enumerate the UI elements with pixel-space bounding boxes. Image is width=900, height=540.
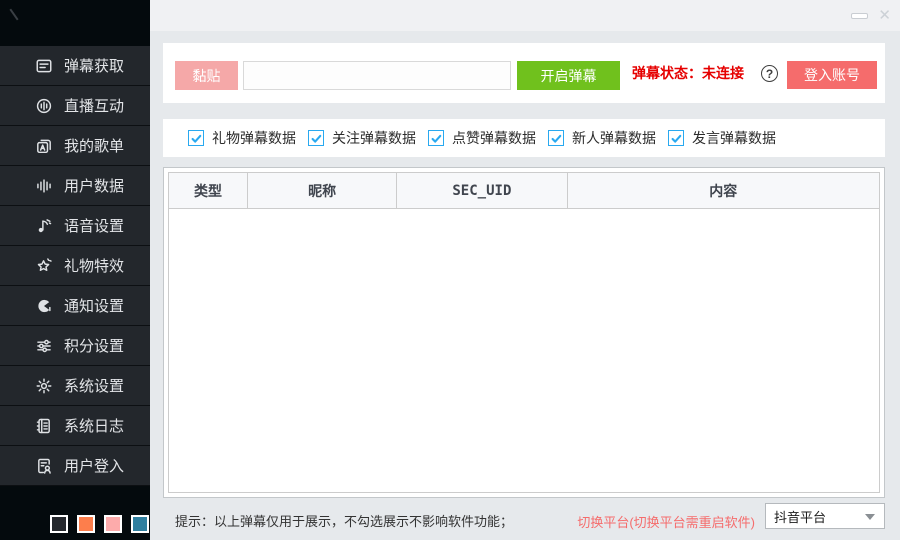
danmaku-capture-icon (35, 57, 53, 75)
gift-effects-icon (35, 257, 53, 275)
login-account-button[interactable]: 登入账号 (787, 61, 877, 89)
sidebar-item-label: 积分设置 (64, 335, 124, 356)
checkbox-icon[interactable] (308, 130, 324, 146)
paste-button[interactable]: 黏贴 (175, 61, 238, 90)
theme-swatches (50, 515, 149, 533)
column-header-3: SEC_UID (396, 173, 566, 208)
main-area: ✕ 黏贴 开启弹幕 弹幕状态：未连接 ? 登入账号 礼物弹幕数据 关注弹幕数据 点赞… (150, 0, 900, 540)
sidebar-menu: 弹幕获取直播互动我的歌单用户数据语音设置礼物特效通知设置积分设置系统设置系统日志… (0, 46, 150, 486)
sidebar-item-label: 礼物特效 (64, 255, 124, 276)
sidebar-item-danmaku-capture[interactable]: 弹幕获取 (0, 46, 150, 86)
user-data-icon (35, 177, 53, 195)
filter-checkbox-1[interactable]: 礼物弹幕数据 (188, 119, 296, 157)
titlebar: ✕ (150, 0, 900, 31)
danmaku-status-text: 弹幕状态：未连接 (632, 43, 744, 103)
filter-panel: 礼物弹幕数据 关注弹幕数据 点赞弹幕数据 新人弹幕数据 发言弹幕数据 (163, 119, 885, 157)
checkbox-icon[interactable] (428, 130, 444, 146)
theme-swatch-3[interactable] (104, 515, 122, 533)
table-body (169, 209, 879, 492)
system-settings-icon (35, 377, 53, 395)
sidebar-item-user-data[interactable]: 用户数据 (0, 166, 150, 206)
sidebar-item-gift-effects[interactable]: 礼物特效 (0, 246, 150, 286)
sidebar-item-label: 弹幕获取 (64, 55, 124, 76)
system-log-icon (35, 417, 53, 435)
sidebar-item-label: 语音设置 (64, 215, 124, 236)
filter-checkbox-2[interactable]: 关注弹幕数据 (308, 119, 416, 157)
sidebar-item-label: 用户数据 (64, 175, 124, 196)
notification-settings-icon (35, 297, 53, 315)
sidebar-item-label: 通知设置 (64, 295, 124, 316)
room-url-input[interactable] (243, 61, 511, 90)
filter-label: 点赞弹幕数据 (452, 128, 536, 148)
sidebar-item-voice-settings[interactable]: 语音设置 (0, 206, 150, 246)
chevron-down-icon (865, 514, 875, 520)
checkbox-icon[interactable] (668, 130, 684, 146)
sidebar-item-label: 系统设置 (64, 375, 124, 396)
my-playlist-icon (35, 137, 53, 155)
sidebar-item-label: 系统日志 (64, 415, 124, 436)
sidebar-item-live-interaction[interactable]: 直播互动 (0, 86, 150, 126)
filter-label: 礼物弹幕数据 (212, 128, 296, 148)
sidebar-item-user-login[interactable]: 用户登入 (0, 446, 150, 486)
filter-label: 发言弹幕数据 (692, 128, 776, 148)
filter-label: 关注弹幕数据 (332, 128, 416, 148)
checkbox-icon[interactable] (188, 130, 204, 146)
filter-checkbox-3[interactable]: 点赞弹幕数据 (428, 119, 536, 157)
connection-panel: 黏贴 开启弹幕 弹幕状态：未连接 ? 登入账号 (163, 43, 885, 103)
user-login-icon (35, 457, 53, 475)
table-header-row: 类型昵称SEC_UID内容 (169, 173, 879, 209)
danmaku-table: 类型昵称SEC_UID内容 (163, 167, 885, 498)
theme-swatch-4[interactable] (131, 515, 149, 533)
column-header-4: 内容 (567, 173, 879, 208)
help-icon[interactable]: ? (761, 65, 778, 82)
filter-checkbox-4[interactable]: 新人弹幕数据 (548, 119, 656, 157)
live-interaction-icon (35, 97, 53, 115)
sidebar-item-system-log[interactable]: 系统日志 (0, 406, 150, 446)
sidebar: 弹幕获取直播互动我的歌单用户数据语音设置礼物特效通知设置积分设置系统设置系统日志… (0, 0, 150, 540)
sidebar-item-notification-settings[interactable]: 通知设置 (0, 286, 150, 326)
column-header-1: 类型 (169, 173, 247, 208)
table-grid: 类型昵称SEC_UID内容 (168, 172, 880, 493)
sidebar-item-label: 用户登入 (64, 455, 124, 476)
sidebar-item-my-playlist[interactable]: 我的歌单 (0, 126, 150, 166)
start-danmaku-button[interactable]: 开启弹幕 (517, 61, 620, 90)
logo-mark (9, 9, 18, 21)
checkbox-icon[interactable] (548, 130, 564, 146)
voice-settings-icon (35, 217, 53, 235)
platform-select[interactable]: 抖音平台 (765, 503, 885, 529)
theme-swatch-1[interactable] (50, 515, 68, 533)
sidebar-item-label: 直播互动 (64, 95, 124, 116)
filter-checkbox-5[interactable]: 发言弹幕数据 (668, 119, 776, 157)
tip-text: 提示：以上弹幕仅用于展示，不勾选展示不影响软件功能； (175, 511, 513, 530)
theme-swatch-2[interactable] (77, 515, 95, 533)
points-settings-icon (35, 337, 53, 355)
window-controls: ✕ (851, 0, 891, 31)
minimize-icon[interactable] (851, 13, 868, 19)
switch-platform-text: 切换平台(切换平台需重启软件) (577, 512, 755, 531)
platform-select-value: 抖音平台 (774, 507, 826, 526)
close-icon[interactable]: ✕ (878, 8, 891, 23)
filter-label: 新人弹幕数据 (572, 128, 656, 148)
sidebar-item-label: 我的歌单 (64, 135, 124, 156)
sidebar-item-points-settings[interactable]: 积分设置 (0, 326, 150, 366)
column-header-2: 昵称 (247, 173, 396, 208)
sidebar-item-system-settings[interactable]: 系统设置 (0, 366, 150, 406)
